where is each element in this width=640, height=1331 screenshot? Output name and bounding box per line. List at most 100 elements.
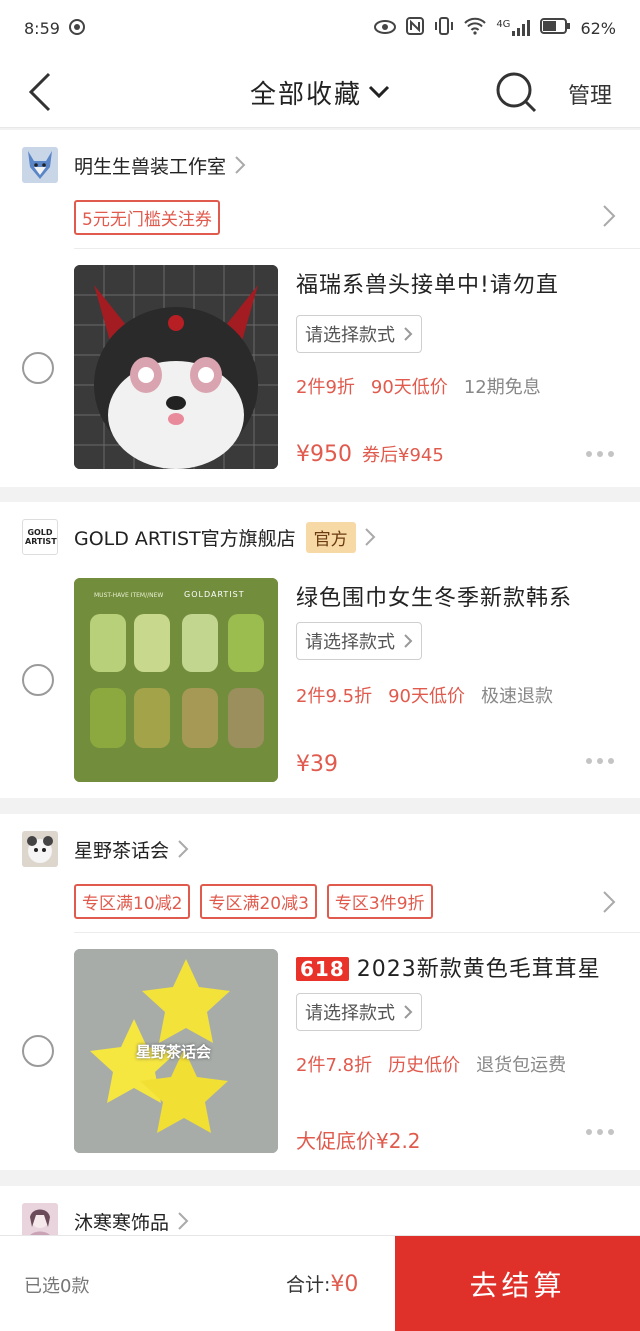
product-title[interactable]: 福瑞系兽头接单中!请勿直 xyxy=(296,267,624,299)
product-image[interactable]: 星野茶话会 xyxy=(74,949,278,1153)
store-name: 明生生兽装工作室 xyxy=(74,155,227,178)
more-options-icon[interactable] xyxy=(586,1129,618,1137)
bottom-bar: 已选0款 合计:¥0 去结算 xyxy=(0,1235,640,1331)
price-after-coupon: 券后¥945 xyxy=(362,445,444,466)
variant-selector[interactable]: 请选择款式 xyxy=(296,993,422,1031)
promo-618-badge: 618 xyxy=(296,957,349,981)
store-header[interactable]: GOLD ARTIST GOLD ARTIST官方旗舰店 官方 xyxy=(0,502,640,572)
product-image[interactable] xyxy=(74,265,278,469)
promo-tag: 极速退款 xyxy=(480,686,553,707)
variant-label: 请选择款式 xyxy=(305,1003,395,1024)
store-logo xyxy=(22,147,58,183)
product-image[interactable]: MUST-HAVE ITEM//NEW GOLDARTIST xyxy=(74,578,278,782)
store-header[interactable]: 明生生兽装工作室 xyxy=(0,130,640,200)
notification-icon xyxy=(68,18,86,39)
vibrate-icon xyxy=(434,17,454,39)
product-item[interactable]: 福瑞系兽头接单中!请勿直 请选择款式 2件9折 90天低价 12期免息 ¥950 券后… xyxy=(0,255,640,481)
store-logo xyxy=(22,1203,58,1239)
store-name: 沐寒寒饰品 xyxy=(74,1211,170,1234)
promo-tag: 90天低价 xyxy=(370,377,448,398)
coupon-tag[interactable]: 专区满20减3 xyxy=(200,884,317,919)
promo-tag: 90天低价 xyxy=(388,686,465,707)
promo-row: 2件7.8折 历史低价 退货包运费 xyxy=(296,1051,566,1077)
promo-tag: 退货包运费 xyxy=(476,1055,567,1076)
coupon-tag[interactable]: 5元无门槛关注券 xyxy=(74,200,220,235)
search-button[interactable] xyxy=(494,70,538,114)
more-options-icon[interactable] xyxy=(586,758,618,766)
promo-row: 2件9折 90天低价 12期免息 xyxy=(296,373,541,399)
page-title[interactable]: 全部收藏 xyxy=(250,74,362,111)
store-name: 星野茶话会 xyxy=(74,839,170,862)
image-brand-text: GOLDARTIST xyxy=(184,590,245,599)
price: ¥39 xyxy=(296,752,338,777)
variant-selector[interactable]: 请选择款式 xyxy=(296,315,422,353)
coupon-tag[interactable]: 专区满10减2 xyxy=(74,884,191,919)
product-item[interactable]: MUST-HAVE ITEM//NEW GOLDARTIST 绿色围巾女生冬季新… xyxy=(0,568,640,794)
coupon-row[interactable]: 5元无门槛关注券 xyxy=(0,200,640,250)
official-badge: 官方 xyxy=(305,521,356,553)
promo-tag: 历史低价 xyxy=(388,1055,461,1076)
search-icon xyxy=(496,72,537,113)
select-radio[interactable] xyxy=(22,664,54,696)
divider xyxy=(74,932,640,933)
product-item[interactable]: 星野茶话会 618 2023新款黄色毛茸茸星 请选择款式 2件7.8折 历史低价 退货… xyxy=(0,939,640,1165)
price-row: ¥950 券后¥945 xyxy=(296,441,444,467)
image-header-text: MUST-HAVE ITEM//NEW xyxy=(94,592,164,599)
variant-selector[interactable]: 请选择款式 xyxy=(296,622,422,660)
image-watermark: 星野茶话会 xyxy=(136,1043,212,1061)
store-name: GOLD ARTIST官方旗舰店 xyxy=(74,527,296,550)
status-bar: 8:59 4G 62% xyxy=(0,0,640,56)
checkout-button[interactable]: 去结算 xyxy=(395,1236,640,1331)
chevron-down-icon[interactable] xyxy=(368,85,390,99)
chevron-right-icon xyxy=(177,839,189,859)
store-logo-text: GOLD ARTIST xyxy=(25,528,57,546)
product-title[interactable]: 618 2023新款黄色毛茸茸星 xyxy=(296,951,624,983)
selected-count: 已选0款 xyxy=(24,1276,90,1297)
nfc-icon xyxy=(406,17,425,39)
store-header[interactable]: 星野茶话会 xyxy=(0,814,640,884)
variant-label: 请选择款式 xyxy=(305,632,395,653)
more-options-icon[interactable] xyxy=(586,451,618,459)
coupon-tag[interactable]: 专区3件9折 xyxy=(326,884,433,919)
price-row: 大促底价¥2.2 xyxy=(296,1125,421,1154)
divider xyxy=(74,248,640,249)
price-row: ¥39 xyxy=(296,752,338,777)
coupon-row[interactable]: 专区满10减2 专区满20减3 专区3件9折 xyxy=(0,884,640,934)
chevron-right-icon[interactable] xyxy=(602,890,616,918)
battery-icon xyxy=(540,18,571,38)
chevron-right-icon xyxy=(177,1211,189,1231)
select-radio[interactable] xyxy=(22,1035,54,1067)
manage-button[interactable]: 管理 xyxy=(568,78,612,110)
chevron-right-icon[interactable] xyxy=(602,204,616,232)
product-title-text: 2023新款黄色毛茸茸星 xyxy=(356,957,601,982)
store-card: 明生生兽装工作室 5元无门槛关注券 福瑞系兽头接单中!请勿直 请选择款式 2件9… xyxy=(0,130,640,487)
status-time: 8:59 xyxy=(24,18,60,38)
total-amount: ¥0 xyxy=(330,1272,359,1297)
store-logo: GOLD ARTIST xyxy=(22,519,58,555)
eye-icon xyxy=(374,19,397,38)
back-arrow-icon xyxy=(28,72,51,112)
store-card: 星野茶话会 专区满10减2 专区满20减3 专区3件9折 星野茶话会 618 20… xyxy=(0,814,640,1170)
promo-tag: 2件9折 xyxy=(296,377,355,398)
promo-tag: 2件7.8折 xyxy=(296,1055,373,1076)
total-price: 合计:¥0 xyxy=(286,1270,358,1297)
price: 大促底价¥2.2 xyxy=(296,1129,421,1153)
back-button[interactable] xyxy=(18,70,62,114)
chevron-right-icon xyxy=(364,527,376,547)
promo-row: 2件9.5折 90天低价 极速退款 xyxy=(296,682,553,708)
chevron-right-icon xyxy=(404,327,413,341)
chevron-right-icon xyxy=(234,155,246,175)
wifi-icon xyxy=(464,17,487,39)
promo-tag: 12期免息 xyxy=(463,377,541,398)
product-title[interactable]: 绿色围巾女生冬季新款韩系 xyxy=(296,580,624,612)
chevron-right-icon xyxy=(404,634,413,648)
chevron-right-icon xyxy=(404,1005,413,1019)
store-card: GOLD ARTIST GOLD ARTIST官方旗舰店 官方 MUST-HAV… xyxy=(0,502,640,798)
signal-icon: 4G xyxy=(496,20,531,36)
total-label: 合计: xyxy=(286,1274,331,1296)
price: ¥950 xyxy=(296,442,352,467)
battery-percent: 62% xyxy=(580,18,616,38)
select-radio[interactable] xyxy=(22,352,54,384)
promo-tag: 2件9.5折 xyxy=(296,686,373,707)
store-logo xyxy=(22,831,58,867)
